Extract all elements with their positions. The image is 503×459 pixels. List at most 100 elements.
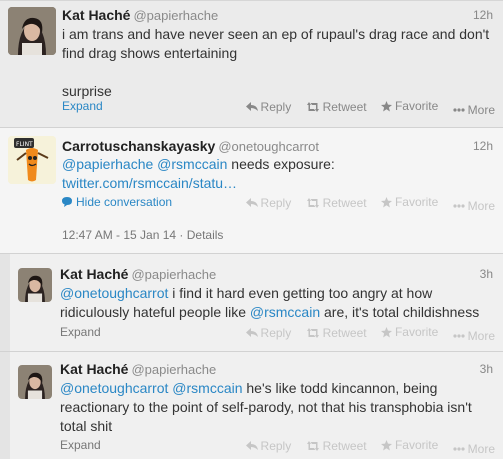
favorite-button[interactable]: Favorite [380, 99, 439, 113]
tweet-text-line: @onetoughcarrot @rsmccain he's like todd… [60, 379, 472, 398]
more-label: More [467, 441, 495, 456]
more-label: More [467, 328, 495, 343]
tweet-text: i am trans and have never seen an ep of … [62, 25, 489, 101]
avatar[interactable] [18, 365, 52, 399]
star-icon [380, 326, 392, 338]
retweet-icon [306, 440, 319, 451]
tweet-time[interactable]: 12h [473, 8, 493, 22]
mention-link[interactable]: @rsmccain [157, 156, 227, 172]
mention-link[interactable]: @rsmccain [172, 380, 242, 396]
mention-link[interactable]: @onetoughcarrot [60, 380, 168, 396]
expand-link[interactable]: Expand [60, 438, 101, 452]
tweet-actions: Reply Retweet Favorite More [235, 99, 495, 117]
star-icon [380, 100, 392, 112]
reply-button[interactable]: Reply [245, 438, 292, 453]
reply-label: Reply [260, 438, 292, 453]
tweet-text-line: reactionary to the point of self-parody,… [60, 399, 472, 415]
tweet-text-line: @papierhache @rsmccain needs exposure: [62, 155, 335, 174]
tweet-2[interactable]: FLINT Carrotuschanskayasky @onetoughcarro… [0, 128, 503, 254]
tweet-4[interactable]: Kat Haché @papierhache 3h @onetoughcarrot… [0, 352, 503, 459]
reply-icon [245, 101, 258, 111]
author-name[interactable]: Kat Haché [62, 7, 130, 23]
retweet-label: Retweet [322, 195, 367, 210]
tweet-text: @papierhache @rsmccain needs exposure: t… [62, 155, 335, 193]
author-username[interactable]: @papierhache [131, 267, 216, 282]
retweet-button[interactable]: Retweet [306, 439, 367, 453]
tweet-text-fragment: he's like todd kincannon, being [242, 380, 438, 396]
mention-link[interactable]: @rsmccain [250, 304, 320, 320]
author-name[interactable]: Kat Haché [60, 361, 128, 377]
author-name[interactable]: Kat Haché [60, 266, 128, 282]
hide-conversation-label: Hide conversation [76, 195, 173, 209]
retweet-icon [306, 197, 319, 208]
retweet-button[interactable]: Retweet [306, 196, 367, 210]
tweet-1[interactable]: Kat Haché @papierhache 12h i am trans and… [0, 0, 503, 128]
tweet-time[interactable]: 3h [480, 267, 493, 281]
reply-icon [245, 197, 258, 207]
tweet-actions: Reply Retweet Favorite More [235, 438, 495, 456]
tweet-text-line: total shit [60, 418, 113, 434]
tweet-actions: Reply Retweet Favorite More [235, 195, 495, 213]
star-icon [380, 196, 392, 208]
tweet-text-fragment: ridiculously hateful people like [60, 304, 250, 320]
retweet-label: Retweet [322, 325, 367, 340]
more-dots-icon [453, 203, 465, 208]
author-username[interactable]: @onetoughcarrot [218, 139, 319, 154]
reply-label: Reply [260, 195, 292, 210]
tweet-text-blank [62, 63, 489, 82]
tweet-text-line: i am trans and have never seen an ep of … [62, 26, 490, 42]
tweet-text-fragment: needs exposure: [227, 156, 335, 172]
tweet-time[interactable]: 12h [473, 139, 493, 153]
favorite-label: Favorite [394, 99, 439, 113]
author-username[interactable]: @papierhache [131, 362, 216, 377]
favorite-label: Favorite [394, 438, 439, 452]
tweet-text-line: ridiculously hateful people like @rsmcca… [60, 303, 479, 322]
more-button[interactable]: More [453, 329, 495, 343]
reply-button[interactable]: Reply [245, 195, 292, 210]
avatar[interactable] [18, 268, 52, 302]
mention-link[interactable]: @onetoughcarrot [60, 285, 168, 301]
favorite-label: Favorite [394, 325, 439, 339]
tweet-3[interactable]: Kat Haché @papierhache 3h @onetoughcarrot… [0, 254, 503, 352]
favorite-button[interactable]: Favorite [380, 438, 439, 452]
more-button[interactable]: More [453, 199, 495, 213]
tweet-actions: Reply Retweet Favorite More [235, 325, 495, 343]
favorite-button[interactable]: Favorite [380, 325, 439, 339]
avatar[interactable] [8, 7, 56, 55]
tweet-text-fragment: i find it hard even getting too angry at… [168, 285, 433, 301]
favorite-button[interactable]: Favorite [380, 195, 439, 209]
more-dots-icon [453, 333, 465, 338]
more-button[interactable]: More [453, 103, 495, 117]
retweet-label: Retweet [322, 99, 367, 114]
retweet-icon [306, 101, 319, 112]
reply-button[interactable]: Reply [245, 325, 292, 340]
reply-label: Reply [260, 99, 292, 114]
hide-conversation-link[interactable]: Hide conversation [62, 195, 172, 209]
author-name[interactable]: Carrotuschanskayasky [62, 138, 215, 154]
more-dots-icon [453, 446, 465, 451]
url-link[interactable]: twitter.com/rsmccain/statu… [62, 175, 237, 191]
expand-link[interactable]: Expand [62, 99, 103, 113]
tweet-text: @onetoughcarrot @rsmccain he's like todd… [60, 379, 472, 436]
speech-bubble-icon [62, 197, 72, 207]
favorite-label: Favorite [394, 195, 439, 209]
expand-link[interactable]: Expand [60, 325, 101, 339]
tweet-text-line: @onetoughcarrot i find it hard even gett… [60, 284, 479, 303]
retweet-button[interactable]: Retweet [306, 100, 367, 114]
more-button[interactable]: More [453, 442, 495, 456]
reply-button[interactable]: Reply [245, 99, 292, 114]
avatar[interactable]: FLINT [8, 136, 56, 184]
avatar-text: FLINT [16, 141, 33, 148]
author-username[interactable]: @papierhache [133, 8, 218, 23]
star-icon [380, 439, 392, 451]
reply-icon [245, 327, 258, 337]
retweet-icon [306, 327, 319, 338]
tweet-text-line: find drag shows entertaining [62, 45, 238, 61]
tweet-timestamp-details[interactable]: 12:47 AM - 15 Jan 14 · Details [62, 228, 223, 242]
mention-link[interactable]: @papierhache [62, 156, 153, 172]
tweet-time[interactable]: 3h [480, 362, 493, 376]
retweet-button[interactable]: Retweet [306, 326, 367, 340]
reply-icon [245, 440, 258, 450]
retweet-label: Retweet [322, 438, 367, 453]
reply-label: Reply [260, 325, 292, 340]
